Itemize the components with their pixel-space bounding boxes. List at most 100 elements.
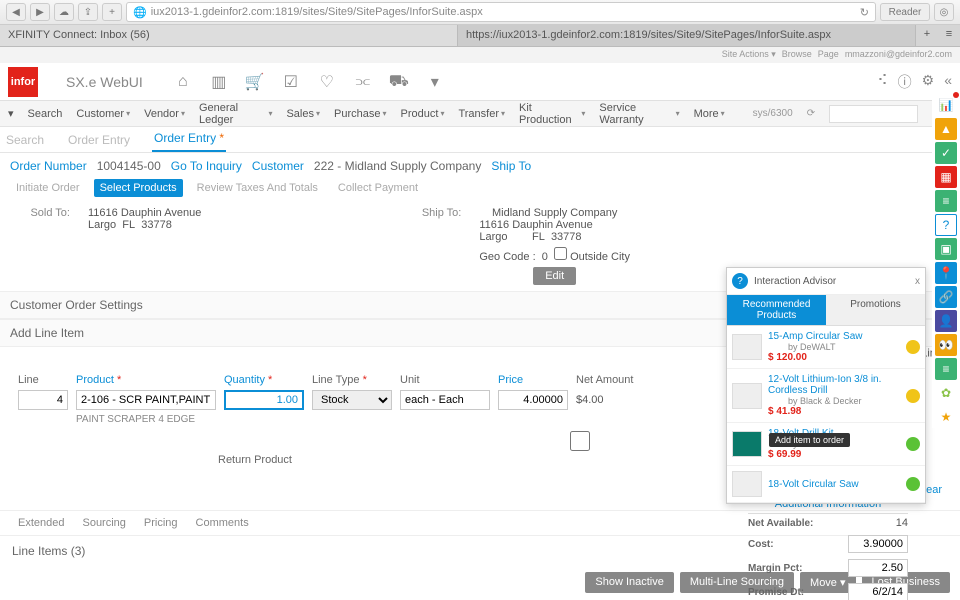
user-label: mmazzoni@gdeinfor2.com [845,49,952,61]
rail-star-icon[interactable]: ★ [935,406,957,428]
advisor-tab-promotions[interactable]: Promotions [826,295,925,325]
advisor-product[interactable]: 18-Volt Drill Kitby Makita$ 69.99 Add it… [727,423,925,466]
step-initiate[interactable]: Initiate Order [10,179,86,197]
new-tab-icon[interactable]: + [916,25,938,46]
tab-order-entry-active[interactable]: Order Entry * [152,127,226,152]
rail-image-icon[interactable]: ▣ [935,238,957,260]
rail-contact-icon[interactable]: 👤 [935,310,957,332]
step-review[interactable]: Review Taxes And Totals [191,179,324,197]
price-input[interactable] [498,390,568,410]
close-icon[interactable]: x [915,276,920,287]
check-icon[interactable]: ☑ [279,70,303,94]
browser-tab[interactable]: https://iux2013-1.gdeinfor2.com:1819/sit… [458,25,916,46]
unit-input[interactable] [400,390,490,410]
menu-kit[interactable]: Kit Production▾ [519,102,585,126]
infor-logo: infor [8,67,38,97]
promise-date-input[interactable] [848,583,908,600]
menu-purchase[interactable]: Purchase▾ [334,108,387,120]
cost-input[interactable] [848,535,908,553]
rail-leaf-icon[interactable]: ✿ [935,382,957,404]
brand-title: SX.e WebUI [66,74,143,90]
col-net: Net Amount [576,374,646,386]
menu-product[interactable]: Product▾ [401,108,445,120]
goto-inquiry-link[interactable]: Go To Inquiry [171,159,242,173]
col-linetype: Line Type [312,374,392,386]
show-inactive-button[interactable]: Show Inactive [585,572,673,593]
btab-extended[interactable]: Extended [18,517,64,529]
product-input[interactable] [76,390,216,410]
tab-search[interactable]: Search [4,128,46,152]
tab-order-entry[interactable]: Order Entry [66,128,132,152]
menu-sales[interactable]: Sales▾ [286,108,320,120]
menu-transfer[interactable]: Transfer▾ [458,108,505,120]
btab-sourcing[interactable]: Sourcing [82,517,125,529]
btab-pricing[interactable]: Pricing [144,517,178,529]
col-product[interactable]: Product [76,374,216,386]
shipto-link[interactable]: Ship To [491,159,531,173]
rail-list-icon[interactable]: ≡ [935,358,957,380]
col-qty[interactable]: Quantity [224,374,304,386]
share-icon[interactable]: ⇪ [78,3,98,21]
status-dot [906,477,920,491]
browse-link[interactable]: Browse [782,49,812,61]
collapse-icon[interactable]: « [944,72,952,92]
line-no-input[interactable] [18,390,68,410]
interaction-advisor-panel: ? Interaction Advisor x Recommended Prod… [726,267,926,504]
menu-warranty[interactable]: Service Warranty▾ [599,102,679,126]
heart-icon[interactable]: ♡ [315,70,339,94]
step-collect[interactable]: Collect Payment [332,179,424,197]
rail-link-icon[interactable]: 🔗 [935,286,957,308]
advisor-tab-recommended[interactable]: Recommended Products [727,295,826,325]
rail-check-icon[interactable]: ✓ [935,142,957,164]
outside-city-checkbox[interactable] [554,247,567,260]
col-price[interactable]: Price [498,374,568,386]
edit-button[interactable]: Edit [533,267,576,285]
menu-customer[interactable]: Customer▾ [76,108,130,120]
forward-icon[interactable]: ▶ [30,3,50,21]
menu-gl[interactable]: General Ledger▾ [199,102,272,126]
rail-binoc-icon[interactable]: 👀 [935,334,957,356]
menu-search[interactable]: Search [28,108,63,120]
rail-pin-icon[interactable]: 📍 [935,262,957,284]
add-icon[interactable]: + [102,3,122,21]
rail-help-icon[interactable]: ? [935,214,957,236]
col-unit: Unit [400,374,490,386]
drop-icon[interactable]: ▾ [423,70,447,94]
quantity-input[interactable] [224,390,304,410]
bookmarks-icon[interactable]: ◎ [934,3,954,21]
tab-list-icon[interactable]: ≡ [938,25,960,46]
btab-comments[interactable]: Comments [196,517,249,529]
reader-button[interactable]: Reader [880,3,930,21]
cart-icon[interactable]: 🛒 [243,70,267,94]
back-icon[interactable]: ◀ [6,3,26,21]
rail-chart-icon[interactable]: 📊 [935,94,957,116]
advisor-product[interactable]: 15-Amp Circular Sawby DeWALT$ 120.00 [727,326,925,369]
share2-icon[interactable]: ⠪ [877,72,887,92]
gear-icon[interactable]: ⚙ [922,72,935,92]
customer-link[interactable]: Customer [252,159,304,173]
truck-icon[interactable]: ⛟ [387,70,411,94]
page-link[interactable]: Page [818,49,839,61]
home-icon[interactable]: ⌂ [171,70,195,94]
url-text: iux2013-1.gdeinfor2.com:1819/sites/Site9… [151,6,483,18]
advisor-product[interactable]: 12-Volt Lithium-Ion 3/8 in. Cordless Dri… [727,369,925,423]
site-actions[interactable]: Site Actions ▾ [722,49,776,61]
step-select-products[interactable]: Select Products [94,179,183,197]
rail-warning-icon[interactable]: ▲ [935,118,957,140]
menu-more[interactable]: More▾ [694,108,725,120]
cloud-icon[interactable]: ☁ [54,3,74,21]
margin-input[interactable] [848,559,908,577]
rail-doc-icon[interactable]: ≡ [935,190,957,212]
menu-vendor[interactable]: Vendor▾ [144,108,185,120]
info-icon[interactable]: ⓘ [898,72,912,92]
net-available: 14 [896,517,908,529]
browser-tab[interactable]: XFINITY Connect: Inbox (56) [0,25,458,46]
linetype-select[interactable]: Stock [312,390,392,410]
url-bar[interactable]: 🌐 iux2013-1.gdeinfor2.com:1819/sites/Sit… [126,2,876,22]
rail-calendar-icon[interactable]: ▦ [935,166,957,188]
top-search-input[interactable] [829,105,918,123]
advisor-product[interactable]: 18-Volt Circular Saw [727,466,925,503]
calc-icon[interactable]: ▥ [207,70,231,94]
sys-label: sys/6300 [753,108,793,119]
chart-icon[interactable]: ⫗ [351,70,375,94]
